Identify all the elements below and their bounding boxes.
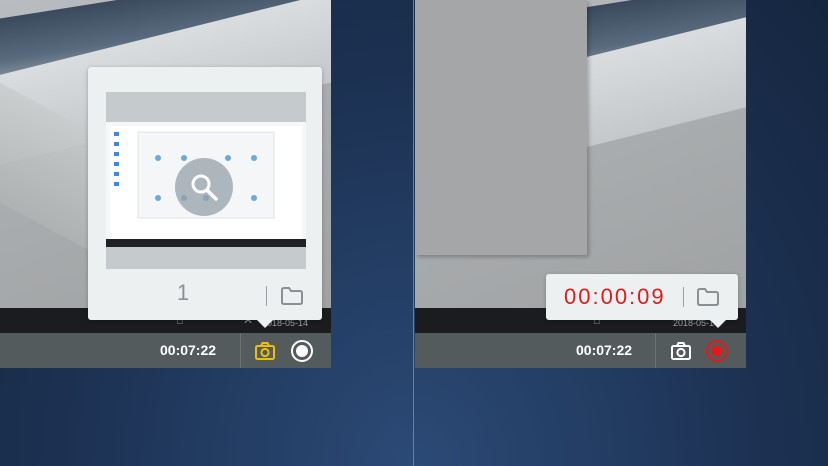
playback-timer: 00:07:22 (576, 342, 633, 358)
popup-pointer (257, 320, 273, 328)
folder-icon[interactable] (280, 284, 304, 308)
recording-popup: 00:00:09 (546, 274, 738, 328)
player-toolbar: 00:07:22 (415, 333, 746, 368)
folder-icon[interactable] (696, 285, 720, 309)
camera-icon[interactable] (253, 339, 277, 363)
screenshot-popup: 1 (88, 67, 322, 328)
toolbar-divider (240, 333, 241, 368)
camera-icon[interactable] (669, 339, 693, 363)
popup-divider (683, 287, 684, 307)
window-overlay (415, 0, 587, 255)
record-icon[interactable] (290, 339, 314, 363)
toolbar-divider (655, 333, 656, 368)
screenshot-thumbnail[interactable] (106, 92, 306, 269)
popup-pointer (710, 320, 726, 328)
panel-divider (413, 0, 414, 466)
search-icon[interactable] (175, 158, 233, 216)
recording-timer: 00:00:09 (564, 284, 666, 309)
player-toolbar: 00:07:22 (0, 333, 331, 368)
screenshot-count: 1 (176, 280, 190, 305)
record-icon[interactable] (705, 339, 729, 363)
popup-divider (266, 286, 267, 306)
thumbnail-taskbar (106, 239, 306, 247)
playback-timer: 00:07:22 (160, 342, 217, 358)
